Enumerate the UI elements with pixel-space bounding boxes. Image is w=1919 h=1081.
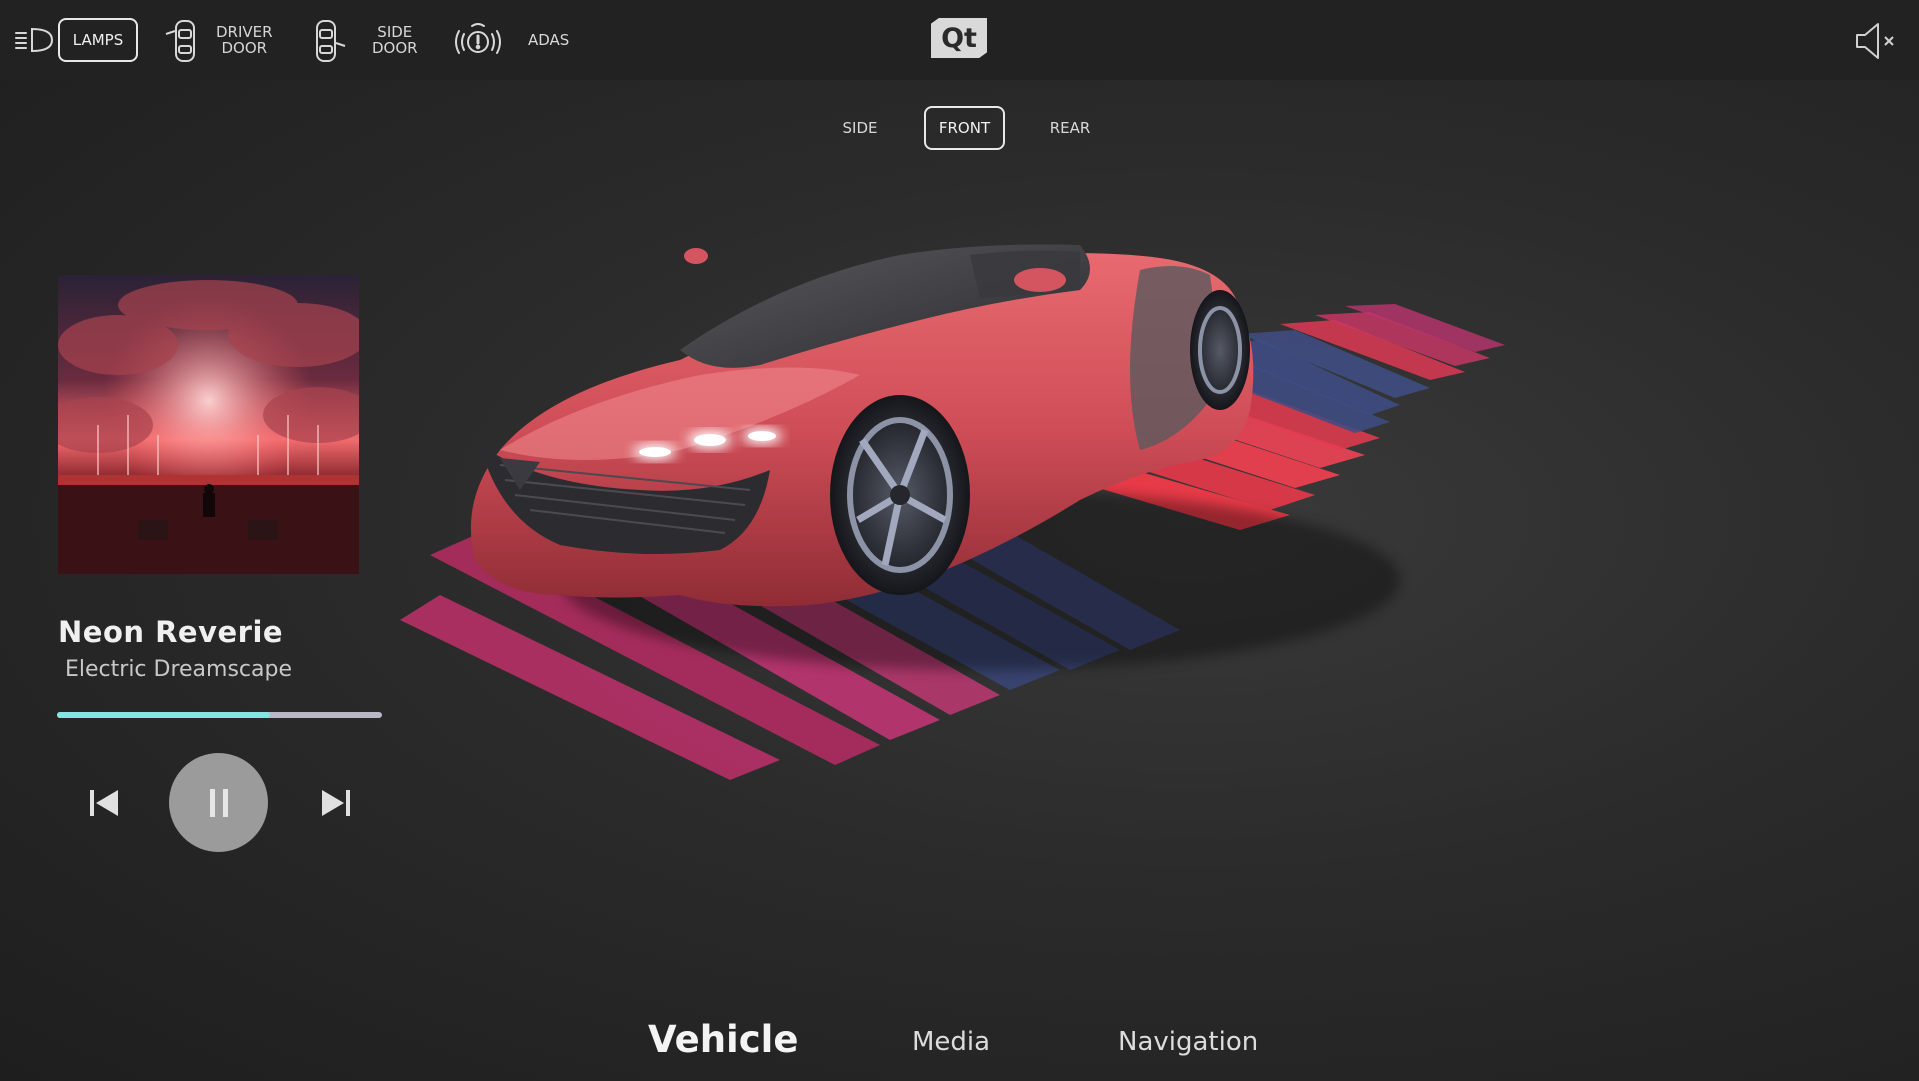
tab-side-view[interactable]: SIDE [820, 106, 900, 150]
pause-button[interactable] [169, 753, 268, 852]
headlamp-icon[interactable] [14, 25, 54, 55]
playback-progress-fill [57, 712, 270, 718]
tab-media[interactable]: Media [912, 1027, 990, 1057]
lamps-button[interactable]: LAMPS [58, 18, 138, 62]
speaker-muted-icon[interactable] [1854, 20, 1898, 62]
front-wheel [830, 395, 970, 595]
album-art [58, 275, 359, 574]
playback-progress-bar[interactable] [57, 712, 382, 718]
adas-icon[interactable] [452, 20, 504, 60]
previous-track-button[interactable] [86, 785, 122, 821]
rear-wheel [1190, 290, 1250, 410]
track-artist: Electric Dreamscape [65, 657, 293, 682]
driver-door-button[interactable]: DRIVER DOOR [216, 24, 273, 56]
car-3d-view[interactable] [380, 200, 1700, 960]
skip-previous-icon [90, 790, 118, 816]
side-door-button[interactable]: SIDE DOOR [372, 24, 418, 56]
tab-vehicle[interactable]: Vehicle [648, 1018, 798, 1061]
qt-logo: Qt [931, 18, 987, 58]
tab-rear-view[interactable]: REAR [1030, 106, 1110, 150]
tab-front-view[interactable]: FRONT [924, 106, 1005, 150]
driver-door-label: DRIVER DOOR [216, 23, 273, 57]
side-door-icon[interactable] [312, 18, 348, 64]
skip-next-icon [322, 790, 350, 816]
adas-label: ADAS [528, 31, 570, 49]
next-track-button[interactable] [318, 785, 354, 821]
adas-button[interactable]: ADAS [528, 31, 569, 49]
tab-navigation[interactable]: Navigation [1118, 1027, 1258, 1057]
driver-door-icon[interactable] [164, 18, 200, 64]
side-door-label: SIDE DOOR [372, 23, 418, 57]
pause-icon [209, 788, 228, 817]
track-title: Neon Reverie [58, 615, 284, 649]
